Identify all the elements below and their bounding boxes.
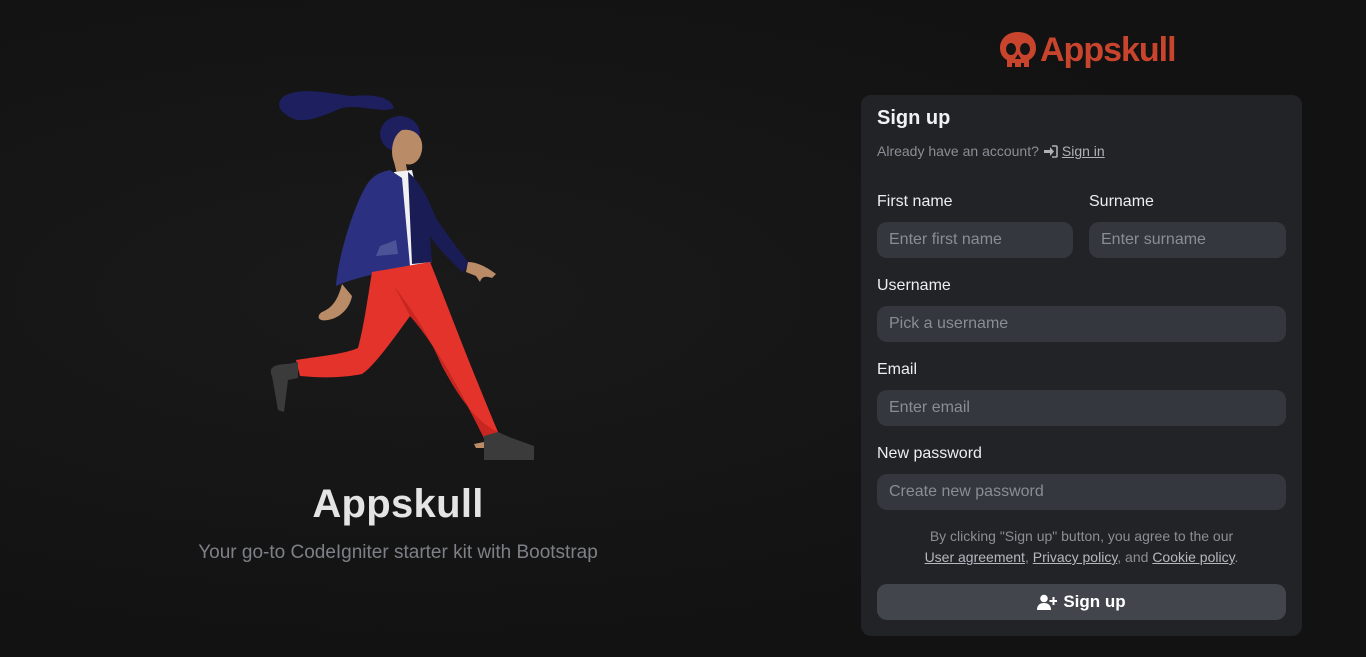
brand-logo[interactable]: Appskull [998, 28, 1177, 72]
terms-separator: , [1024, 549, 1033, 565]
signup-card: Sign up Already have an account? Sign in… [861, 95, 1302, 636]
password-input[interactable] [877, 474, 1286, 510]
signup-title: Sign up [877, 107, 951, 129]
signup-button-label: Sign up [1063, 592, 1126, 611]
email-label: Email [877, 361, 918, 378]
hero-section: Appskull Your go-to CodeIgniter starter … [0, 0, 800, 657]
have-account-row: Already have an account? Sign in [877, 143, 1105, 159]
walking-woman-illustration [270, 91, 534, 460]
user-plus-icon [1037, 594, 1058, 610]
username-label: Username [877, 277, 951, 294]
terms-separator: , and [1117, 549, 1153, 565]
hero-title: Appskull [312, 482, 484, 526]
terms-suffix: . [1234, 549, 1239, 565]
first-name-input[interactable] [877, 222, 1073, 258]
surname-input[interactable] [1089, 222, 1286, 258]
brand-name: Appskull [1040, 30, 1177, 69]
have-account-text: Already have an account? [877, 143, 1039, 159]
privacy-policy-link[interactable]: Privacy policy [1033, 549, 1118, 565]
user-agreement-link[interactable]: User agreement [925, 549, 1025, 565]
terms-prefix: By clicking "Sign up" button, you agree … [929, 528, 1234, 544]
skull-icon [1000, 32, 1036, 67]
terms-text: By clicking "Sign up" button, you agree … [877, 526, 1286, 568]
hero-subtitle: Your go-to CodeIgniter starter kit with … [198, 542, 598, 563]
signup-button[interactable]: Sign up [877, 584, 1286, 620]
password-label: New password [877, 445, 982, 462]
sign-in-link[interactable]: Sign in [1062, 143, 1105, 159]
surname-label: Surname [1089, 193, 1154, 210]
username-input[interactable] [877, 306, 1286, 342]
email-input[interactable] [877, 390, 1286, 426]
cookie-policy-link[interactable]: Cookie policy [1152, 549, 1234, 565]
sign-in-icon [1043, 144, 1058, 158]
first-name-label: First name [877, 193, 953, 210]
